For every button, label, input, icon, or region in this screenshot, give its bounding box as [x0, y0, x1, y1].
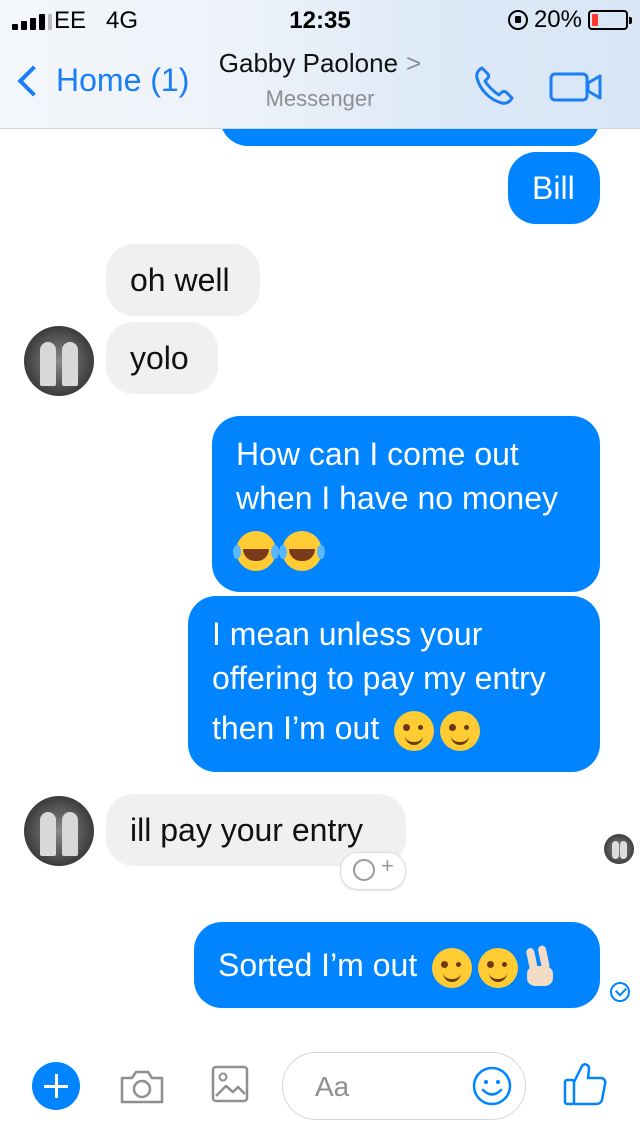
message-bubble-incoming[interactable]: oh well	[106, 244, 260, 316]
orientation-lock-icon	[507, 10, 528, 30]
message-text-line: I mean unless your	[212, 616, 483, 652]
message-text-line: offering to pay my entry	[212, 660, 546, 696]
conversation-subtitle: Messenger	[265, 86, 375, 111]
message-bubble-outgoing[interactable]: Bill	[508, 152, 600, 224]
chevron-right-icon: >	[406, 48, 422, 78]
message-bubble-incoming[interactable]: yolo	[106, 322, 218, 394]
message-text-line: then I’m out	[212, 710, 380, 746]
status-bar: EE 4G 12:35 20%	[0, 0, 640, 40]
winking-face-emoji-icon	[394, 710, 435, 751]
winking-face-emoji-icon	[432, 947, 473, 988]
image-gallery-icon[interactable]	[210, 1064, 250, 1104]
video-call-icon[interactable]	[548, 66, 604, 106]
seen-receipt-avatar	[604, 834, 634, 864]
message-text: Bill	[532, 170, 575, 206]
message-composer	[0, 1040, 640, 1136]
contact-name[interactable]: Gabby Paolone >	[0, 48, 640, 79]
battery-percent: 20%	[533, 6, 582, 33]
delivered-check-icon	[610, 982, 630, 1002]
add-reaction-button[interactable]: +	[340, 852, 406, 890]
contact-avatar[interactable]	[24, 796, 94, 866]
victory-hand-emoji-icon	[524, 948, 558, 988]
plus-icon: +	[381, 853, 394, 878]
message-text: oh well	[130, 262, 230, 298]
thumbs-up-icon[interactable]	[562, 1060, 608, 1108]
message-text: Sorted I’m out	[218, 947, 418, 983]
message-text-line: when I have no money	[236, 480, 558, 516]
battery-area: 20%	[507, 6, 632, 34]
phone-call-icon[interactable]	[468, 60, 520, 112]
contact-avatar[interactable]	[24, 326, 94, 396]
message-input-container[interactable]	[282, 1052, 526, 1120]
emoji-picker-icon[interactable]	[471, 1065, 513, 1107]
message-text: yolo	[130, 340, 189, 376]
smiley-icon	[353, 859, 375, 881]
winking-face-emoji-icon	[478, 947, 519, 988]
message-bubble-outgoing[interactable]: How can I come out when I have no money	[212, 416, 600, 592]
message-text: ill pay your entry	[130, 812, 363, 848]
tears-of-joy-emoji-icon	[279, 530, 322, 571]
more-actions-button[interactable]	[32, 1062, 80, 1110]
message-text-line: How can I come out	[236, 436, 519, 472]
winking-face-emoji-icon	[440, 710, 481, 751]
tears-of-joy-emoji-icon	[233, 530, 276, 571]
camera-icon[interactable]	[118, 1066, 166, 1106]
message-bubble-outgoing[interactable]: I mean unless your offering to pay my en…	[188, 596, 600, 772]
top-bar: EE 4G 12:35 20% Home (1) Gabby Paolone > …	[0, 0, 640, 129]
message-input[interactable]	[313, 1063, 467, 1111]
battery-icon	[588, 10, 632, 30]
message-bubble-outgoing[interactable]: Sorted I’m out	[194, 922, 600, 1008]
